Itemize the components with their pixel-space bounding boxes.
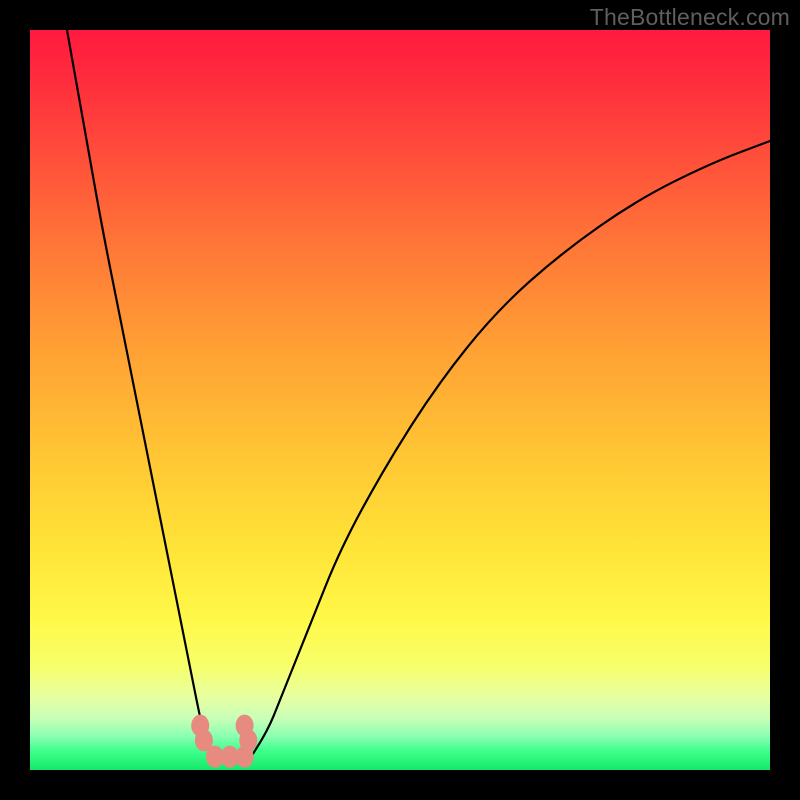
right-curve: [252, 141, 770, 755]
watermark-text: TheBottleneck.com: [590, 4, 790, 31]
plot-area: [30, 30, 770, 770]
chart-frame: TheBottleneck.com: [0, 0, 800, 800]
left-curve: [67, 30, 215, 755]
minimum-blob: [236, 746, 254, 768]
minimum-blobs: [191, 715, 257, 768]
curve-layer: [30, 30, 770, 770]
